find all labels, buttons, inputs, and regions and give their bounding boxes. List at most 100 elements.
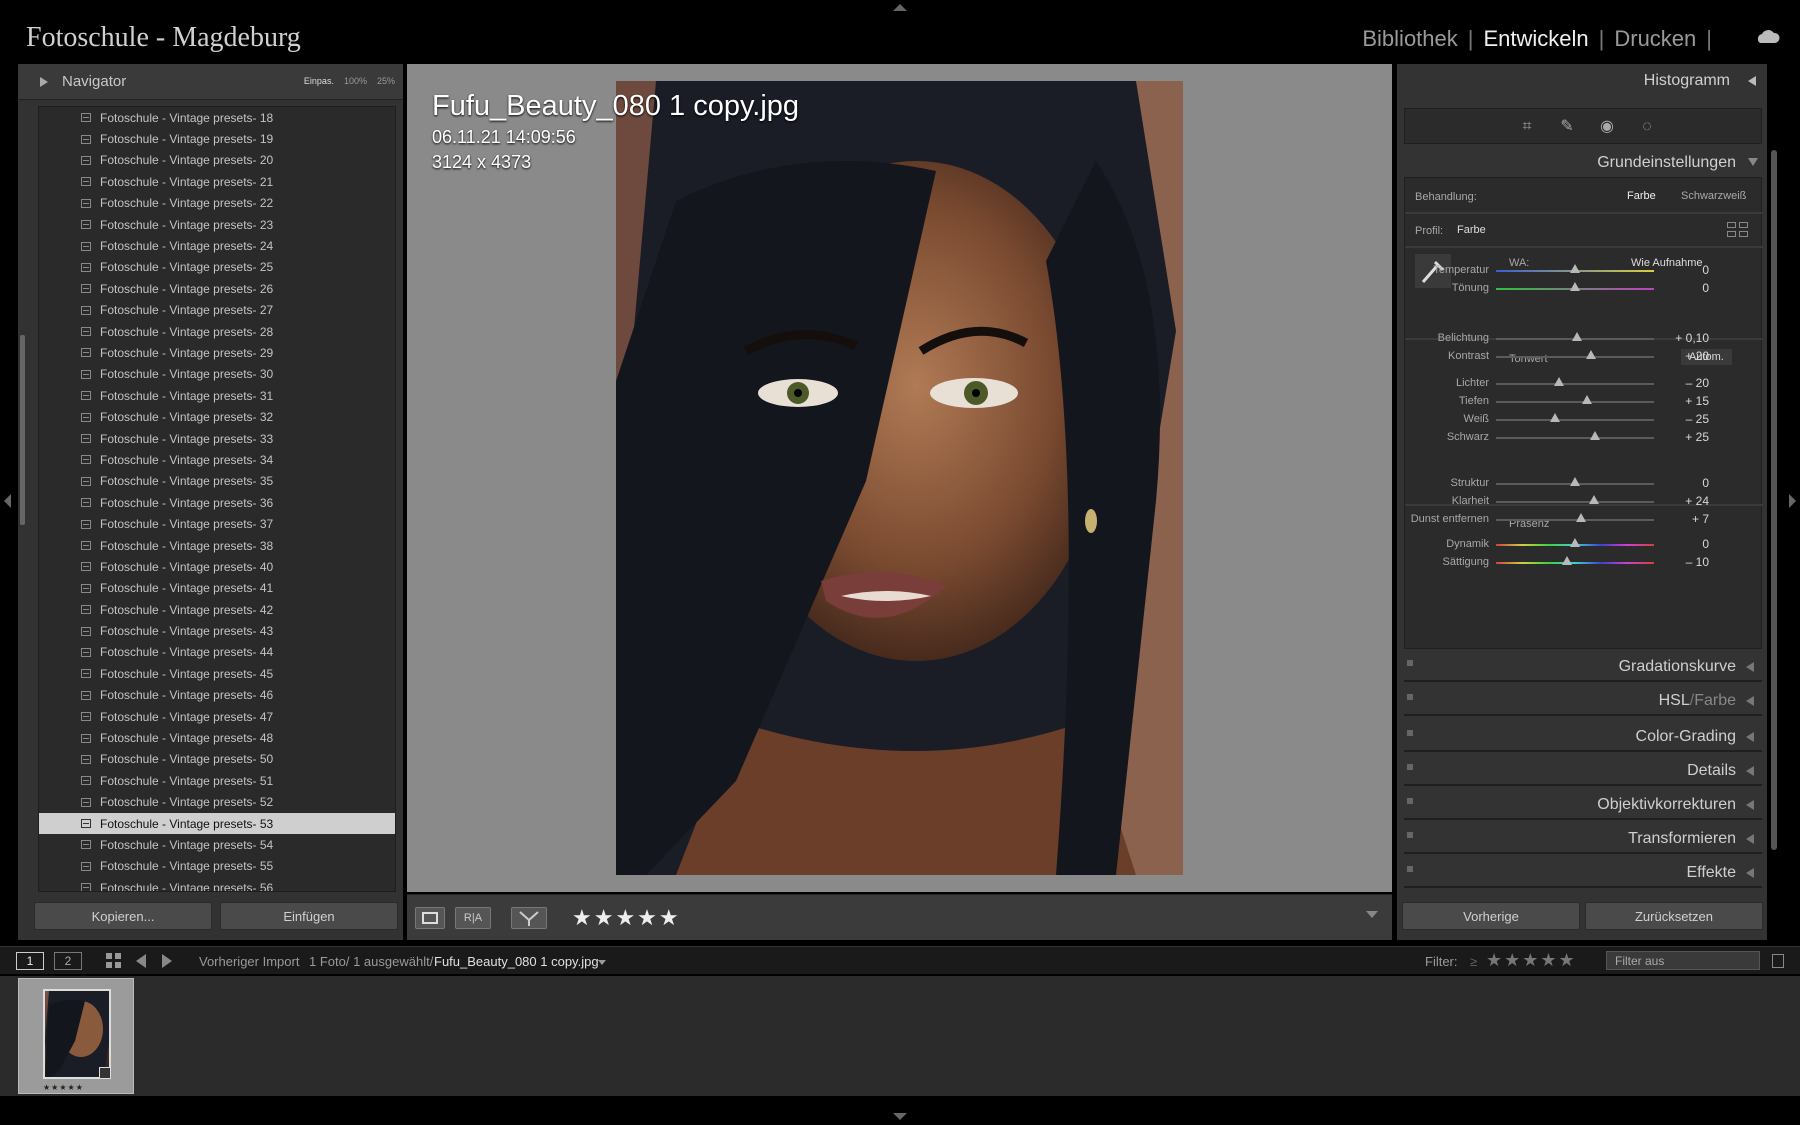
collapse-triangle-icon[interactable] (1746, 662, 1754, 672)
slider-thumb[interactable] (1581, 395, 1592, 404)
filmstrip-thumbnail[interactable]: ★★★★★ (18, 978, 134, 1094)
section-toggle-icon[interactable] (1407, 798, 1413, 804)
preset-item[interactable]: Fotoschule - Vintage presets- 31 (39, 385, 395, 406)
module-entwickeln[interactable]: Entwickeln (1473, 26, 1598, 52)
slider-track[interactable] (1496, 501, 1654, 503)
slider-value[interactable]: – 25 (1661, 412, 1709, 426)
section-transform[interactable]: Transformieren (1404, 824, 1762, 854)
preset-item[interactable]: Fotoschule - Vintage presets- 34 (39, 449, 395, 470)
slider-value[interactable]: 0 (1661, 263, 1709, 277)
section-toggle-icon[interactable] (1407, 694, 1413, 700)
preset-item[interactable]: Fotoschule - Vintage presets- 33 (39, 428, 395, 449)
preset-item[interactable]: Fotoschule - Vintage presets- 45 (39, 663, 395, 684)
crop-icon[interactable]: ⌗ (1518, 118, 1536, 136)
preset-item[interactable]: Fotoschule - Vintage presets- 51 (39, 770, 395, 791)
collapse-triangle-icon[interactable] (1746, 834, 1754, 844)
slider-value[interactable]: 0 (1661, 281, 1709, 295)
section-toggle-icon[interactable] (1407, 660, 1413, 666)
preset-item[interactable]: Fotoschule - Vintage presets- 30 (39, 364, 395, 385)
preset-item[interactable]: Fotoschule - Vintage presets- 22 (39, 193, 395, 214)
color-tab[interactable]: Farbe (1694, 692, 1736, 709)
profile-browser-icon[interactable] (1727, 222, 1749, 238)
preset-item[interactable]: Fotoschule - Vintage presets- 18 (39, 107, 395, 128)
section-color-grading[interactable]: Color-Grading (1404, 722, 1762, 752)
toolbar-menu-icon[interactable] (1366, 911, 1378, 918)
slider-value[interactable]: + 7 (1661, 512, 1709, 526)
slider-value[interactable]: + 24 (1661, 494, 1709, 508)
slider-value[interactable]: 0 (1661, 537, 1709, 551)
slider-thumb[interactable] (1570, 282, 1580, 291)
preset-item[interactable]: Fotoschule - Vintage presets- 27 (39, 300, 395, 321)
loupe-view-button[interactable] (415, 907, 445, 929)
zoom-100[interactable]: 100% (344, 76, 367, 86)
preset-item[interactable]: Fotoschule - Vintage presets- 24 (39, 235, 395, 256)
slider-value[interactable]: – 20 (1661, 376, 1709, 390)
grid-view-icon[interactable] (106, 953, 122, 969)
slider-track[interactable] (1496, 356, 1654, 358)
collapse-triangle-icon[interactable] (1746, 868, 1754, 878)
treatment-bw-option[interactable]: Schwarzweiß (1681, 190, 1746, 202)
current-filename[interactable]: Fufu_Beauty_080 1 copy.jpg (434, 954, 599, 969)
slider-track[interactable] (1496, 383, 1654, 385)
expand-triangle-icon[interactable] (40, 77, 48, 87)
preset-item[interactable]: Fotoschule - Vintage presets- 40 (39, 556, 395, 577)
slider-track[interactable] (1496, 437, 1654, 439)
filter-select[interactable]: Filter aus (1606, 951, 1760, 970)
slider-thumb[interactable] (1554, 377, 1565, 386)
slider-thumb[interactable] (1588, 495, 1599, 504)
preset-item[interactable]: Fotoschule - Vintage presets- 37 (39, 513, 395, 534)
section-toggle-icon[interactable] (1407, 866, 1413, 872)
slider-thumb[interactable] (1570, 477, 1580, 486)
slider-value[interactable]: + 20 (1661, 349, 1709, 363)
back-arrow-icon[interactable] (136, 954, 146, 968)
preset-item[interactable]: Fotoschule - Vintage presets- 35 (39, 471, 395, 492)
compare-button[interactable] (511, 907, 547, 929)
collapse-triangle-icon[interactable] (1748, 76, 1756, 86)
before-after-button[interactable]: R|A (455, 907, 491, 929)
window-2-button[interactable]: 2 (54, 952, 82, 970)
slider-track[interactable] (1496, 419, 1654, 421)
zoom-25[interactable]: 25% (377, 76, 395, 86)
preset-item[interactable]: Fotoschule - Vintage presets- 41 (39, 578, 395, 599)
expand-triangle-icon[interactable] (1748, 158, 1758, 166)
reset-button[interactable]: Zurücksetzen (1585, 902, 1763, 930)
slider-thumb[interactable] (1550, 413, 1561, 422)
preset-item[interactable]: Fotoschule - Vintage presets- 38 (39, 535, 395, 556)
preset-item[interactable]: Fotoschule - Vintage presets- 28 (39, 321, 395, 342)
left-panel-toggle-icon[interactable] (4, 494, 11, 508)
slider-thumb[interactable] (1570, 264, 1580, 273)
preset-item[interactable]: Fotoschule - Vintage presets- 43 (39, 620, 395, 641)
section-details[interactable]: Details (1404, 756, 1762, 786)
slider-thumb[interactable] (1575, 513, 1586, 522)
preset-item[interactable]: Fotoschule - Vintage presets- 26 (39, 278, 395, 299)
slider-thumb[interactable] (1562, 556, 1573, 565)
navigator-header[interactable]: Navigator Einpas. 100% 25% (18, 64, 403, 100)
section-toggle-icon[interactable] (1407, 832, 1413, 838)
preset-item[interactable]: Fotoschule - Vintage presets- 48 (39, 727, 395, 748)
window-1-button[interactable]: 1 (16, 952, 44, 970)
preset-item[interactable]: Fotoschule - Vintage presets- 42 (39, 599, 395, 620)
slider-thumb[interactable] (1571, 332, 1582, 341)
slider-value[interactable]: + 15 (1661, 394, 1709, 408)
source-label[interactable]: Vorheriger Import (199, 954, 299, 969)
slider-value[interactable]: – 10 (1661, 555, 1709, 569)
bottom-panel-toggle-icon[interactable] (893, 1113, 907, 1120)
section-lens-corrections[interactable]: Objektivkorrekturen (1404, 790, 1762, 820)
right-panel-toggle-icon[interactable] (1789, 494, 1796, 508)
collapse-triangle-icon[interactable] (1746, 766, 1754, 776)
slider-track[interactable] (1496, 562, 1654, 564)
basic-panel-header[interactable]: Grundeinstellungen (1480, 154, 1736, 172)
preset-item[interactable]: Fotoschule - Vintage presets- 46 (39, 685, 395, 706)
preset-item[interactable]: Fotoschule - Vintage presets- 55 (39, 856, 395, 877)
profile-select[interactable]: Farbe (1457, 224, 1486, 236)
treatment-color-option[interactable]: Farbe (1627, 190, 1656, 202)
slider-thumb[interactable] (1589, 431, 1600, 440)
left-scrollbar[interactable] (20, 335, 25, 525)
forward-arrow-icon[interactable] (162, 954, 172, 968)
section-toggle-icon[interactable] (1407, 764, 1413, 770)
preset-item[interactable]: Fotoschule - Vintage presets- 20 (39, 150, 395, 171)
main-photo[interactable] (616, 81, 1183, 875)
chevron-down-icon[interactable] (598, 960, 606, 965)
slider-thumb[interactable] (1570, 538, 1580, 547)
collapse-triangle-icon[interactable] (1746, 800, 1754, 810)
